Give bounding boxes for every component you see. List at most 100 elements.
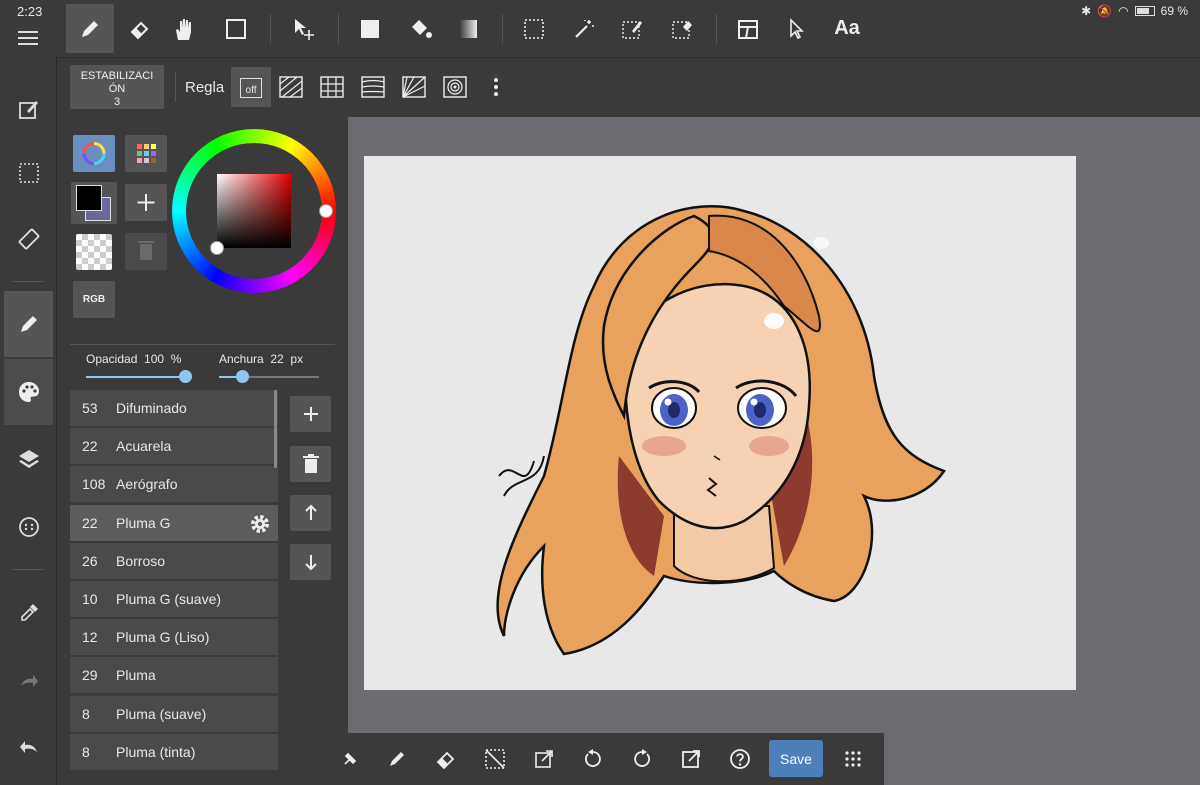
move-brush-up-button[interactable]: [290, 495, 331, 531]
stabilization-label: ESTABILIZACIÓN: [80, 70, 154, 95]
deselect-button[interactable]: [480, 745, 510, 773]
pen-tool-button[interactable]: [66, 4, 114, 53]
brush-list-item[interactable]: 8 Pluma (suave): [70, 695, 278, 733]
hue-handle[interactable]: [319, 204, 333, 218]
status-icons: ✱ 🔕 ◠ 69 %: [1081, 4, 1188, 18]
brush-list-scrollbar[interactable]: [274, 390, 277, 468]
save-button[interactable]: Save: [769, 740, 823, 777]
brush-panel-button[interactable]: [4, 304, 53, 344]
brush-name: Pluma G (Liso): [116, 629, 210, 646]
saturation-handle[interactable]: [210, 241, 224, 255]
top-toolbar: 2:23 ✱ 🔕 ◠ 69 % Aa: [0, 0, 1200, 57]
frame-tool-button[interactable]: [726, 4, 770, 53]
add-color-button[interactable]: [125, 184, 167, 221]
quick-eraser-button[interactable]: [431, 745, 461, 773]
rgb-mode-button[interactable]: RGB: [73, 281, 115, 318]
material-icon: [18, 517, 39, 537]
brush-size: 29: [82, 667, 98, 684]
hand-tool-button[interactable]: [162, 4, 206, 53]
rotate-left-icon: [585, 749, 601, 767]
shape-icon: [226, 18, 246, 39]
more-vertical-icon: [494, 78, 498, 96]
pen-icon: [390, 752, 404, 766]
layers-button[interactable]: [4, 439, 53, 479]
brush-size: 53: [82, 400, 98, 416]
select-eraser-tool-button[interactable]: [660, 4, 704, 53]
ruler-off-button[interactable]: off: [231, 67, 271, 107]
quick-pen-button[interactable]: [382, 745, 412, 773]
ruler-concentric-button[interactable]: [440, 72, 470, 102]
stabilization-button[interactable]: ESTABILIZACIÓN 3: [70, 65, 164, 109]
brush-list-item[interactable]: 8 Pluma (tinta): [70, 733, 278, 771]
transform-icon: [535, 750, 553, 768]
export-button[interactable]: [676, 745, 706, 773]
drawing-canvas[interactable]: [364, 156, 1076, 690]
eraser-tool-button[interactable]: [118, 4, 162, 53]
delete-color-button[interactable]: [125, 233, 167, 270]
text-tool-button[interactable]: Aa: [824, 4, 870, 53]
opacity-slider-handle[interactable]: [179, 370, 192, 383]
ruler-curve-button[interactable]: [358, 72, 388, 102]
transparent-color-swatch[interactable]: [76, 234, 112, 270]
rotate-right-button[interactable]: [627, 745, 657, 773]
brush-list-item[interactable]: 29 Pluma: [70, 657, 278, 695]
undo-button[interactable]: [4, 727, 53, 767]
material-button[interactable]: [4, 507, 53, 547]
brush-list-item[interactable]: 108 Aerógrafo: [70, 466, 278, 504]
width-slider-handle[interactable]: [236, 370, 249, 383]
transform-button[interactable]: [529, 745, 559, 773]
saturation-value-square[interactable]: [217, 174, 291, 248]
brush-list-item[interactable]: 26 Borroso: [70, 542, 278, 580]
color-wheel-icon: [82, 142, 106, 165]
gear-icon[interactable]: [248, 512, 272, 536]
pin-button[interactable]: [338, 745, 362, 773]
ruler-grid-button[interactable]: [317, 72, 347, 102]
brush-name: Aerógrafo: [116, 476, 178, 493]
brush-name: Pluma (suave): [116, 705, 207, 722]
brush-list-item[interactable]: 10 Pluma G (suave): [70, 581, 278, 618]
delete-brush-button[interactable]: [290, 446, 331, 482]
color-grid-icon: [137, 144, 156, 163]
shape-tool-button[interactable]: [214, 4, 258, 53]
rotate-left-button[interactable]: [578, 745, 608, 773]
eyedropper-button[interactable]: [4, 593, 53, 633]
brush-name: Pluma G: [116, 514, 171, 531]
bucket-tool-button[interactable]: [398, 4, 442, 53]
more-options-button[interactable]: [484, 72, 508, 102]
palette-mode-button[interactable]: [125, 135, 167, 172]
move-icon: [295, 18, 314, 40]
brush-list-item[interactable]: 12 Pluma G (Liso): [70, 619, 278, 657]
brush-list-item[interactable]: 53 Difuminado: [70, 390, 278, 427]
move-tool-button[interactable]: [282, 4, 326, 53]
magic-wand-tool-button[interactable]: [562, 4, 606, 53]
color-panel-button[interactable]: [4, 372, 53, 412]
fill-rect-tool-button[interactable]: [348, 4, 392, 53]
rotate-screen-button[interactable]: [4, 219, 53, 259]
selection-button[interactable]: [4, 153, 53, 193]
menu-icon[interactable]: [12, 26, 44, 50]
pointer-tool-button[interactable]: [774, 4, 818, 53]
help-button[interactable]: [725, 745, 755, 773]
eraser-icon: [130, 21, 149, 39]
add-brush-button[interactable]: [290, 396, 331, 432]
ruler-parallel-button[interactable]: [276, 72, 306, 102]
foreground-background-swatch[interactable]: [71, 182, 117, 224]
ruler-perspective-button[interactable]: [399, 72, 429, 102]
ruler-off-label: off: [240, 78, 262, 98]
foreground-color-swatch[interactable]: [76, 185, 102, 211]
redo-button[interactable]: [4, 661, 53, 701]
brush-list-item[interactable]: 22 Pluma G: [70, 504, 278, 542]
select-pen-tool-button[interactable]: [610, 4, 654, 53]
opacity-slider-track[interactable]: [86, 376, 192, 378]
gradient-tool-button[interactable]: [446, 4, 490, 53]
select-rect-tool-button[interactable]: [512, 4, 556, 53]
apps-grid-button[interactable]: [838, 745, 868, 773]
move-brush-down-button[interactable]: [290, 544, 331, 580]
edit-canvas-button[interactable]: [4, 89, 53, 129]
battery-percent: 69 %: [1160, 4, 1188, 18]
color-wheel[interactable]: [172, 129, 336, 293]
ruler-concentric-icon: [443, 76, 467, 98]
color-wheel-mode-button[interactable]: [73, 135, 115, 172]
ruler-curve-icon: [361, 76, 385, 98]
brush-list-item[interactable]: 22 Acuarela: [70, 428, 278, 466]
